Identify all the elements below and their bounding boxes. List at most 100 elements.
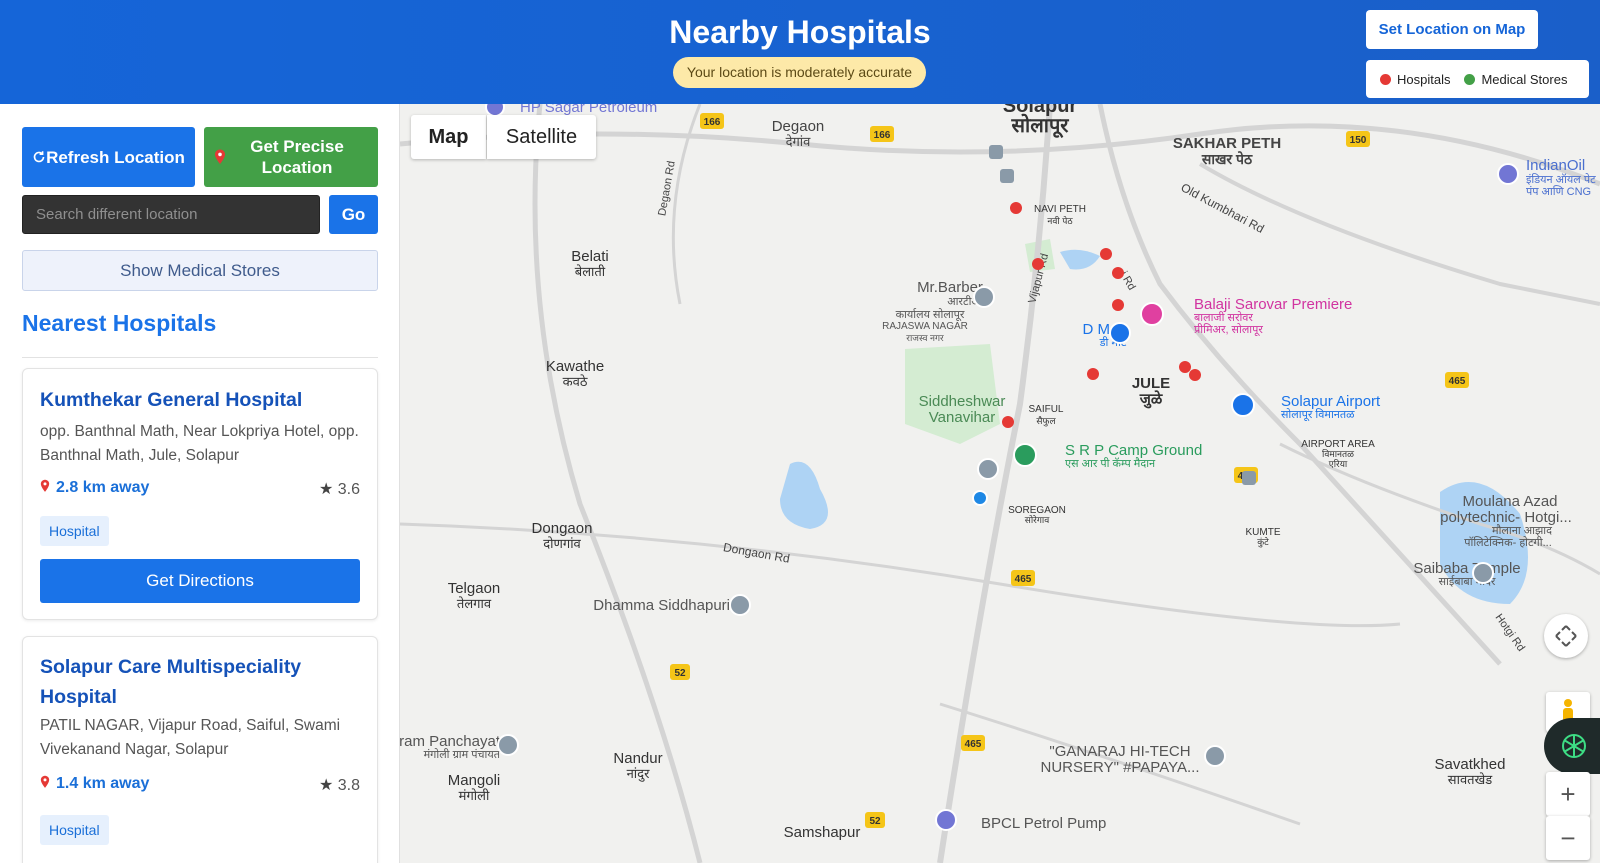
map-label: बेलाती [575,264,606,279]
map-roads [400,104,1600,863]
rating-value: 3.8 [337,777,360,794]
fullscreen-button[interactable] [1544,614,1588,658]
road-badge-150: 150 [1346,131,1370,147]
hospital-card: Solapur Care Multispeciality Hospital PA… [22,636,378,863]
map-label: नांदुर [627,766,650,782]
hospital-distance: 1.4 km away [40,775,149,793]
map-label: polytechnic- Hotgi... [1440,509,1572,526]
hospital-name[interactable]: Kumthekar General Hospital [40,385,360,415]
refresh-location-button[interactable]: Refresh Location [22,127,195,187]
hospital-marker [1100,248,1112,260]
hospital-name[interactable]: Solapur Care Multispeciality Hospital [40,652,360,712]
map-label: साखर पेठ [1201,151,1253,167]
map-label: राजस्व नगर [906,333,944,343]
legend-label-hospitals: Hospitals [1397,71,1451,87]
map-label: कार्यालय सोलापूर [896,308,965,322]
distance-text: 1.4 km away [56,775,150,792]
go-button[interactable]: Go [329,195,378,234]
rating-value: 3.6 [337,481,360,498]
school-icon [977,458,999,480]
hospital-marker [1010,202,1022,214]
app-header: Nearby Hospitals Your location is modera… [0,0,1600,104]
map-label: Saibaba Temple [1413,560,1520,577]
svg-text:150: 150 [1350,135,1367,146]
map-view[interactable]: 166 166 150 465 465 465 52 465 52 HP Sag… [400,104,1600,863]
airport-icon [1231,393,1255,417]
road-badge-465: 465 [961,735,985,751]
legend-item-medical-stores: Medical Stores [1464,72,1567,87]
precise-location-button[interactable]: Get Precise Location [204,127,378,187]
map-label: NURSERY" #PAPAYA... [1041,759,1200,776]
map-label: Kawathe [546,358,604,375]
location-pin-icon [40,775,50,788]
map-label: नवी पेठ [1047,215,1073,226]
poi-icons [485,104,1519,831]
location-search-input[interactable] [22,195,320,234]
hospital-dot-icon [1380,73,1391,85]
map-label: कुंटे [1257,536,1269,548]
map-label: सोरेगाव [1025,514,1050,525]
minus-icon: − [1560,822,1576,853]
map-canvas[interactable]: 166 166 150 465 465 465 52 465 52 HP Sag… [400,104,1600,863]
location-pin-icon [215,149,225,164]
map-label: Samshapur [784,824,861,841]
map-areas [780,239,1528,604]
map-label: बालाजी सरोवर [1194,311,1253,324]
hospital-card: Kumthekar General Hospital opp. Banthnal… [22,368,378,620]
legend-item-hospitals: Hospitals [1380,72,1450,87]
svg-text:465: 465 [1015,574,1032,585]
hospital-tag: Hospital [40,516,109,546]
map-label: Degaon [772,118,825,135]
hotel-icon [1140,302,1164,326]
map-label: JULE [1132,375,1170,392]
sidebar: Refresh Location Get Precise Location Go… [0,104,400,863]
road-badge-52: 52 [670,664,690,680]
map-label: Telgaon [448,580,501,597]
svg-text:52: 52 [674,668,686,679]
map-label: ram Panchayat [400,733,501,750]
zoom-out-button[interactable]: − [1546,816,1590,860]
map-label: मंगोली ग्राम पंचायत [424,748,501,761]
map-type-satellite-button[interactable]: Satellite [487,115,596,159]
map-label: NAVI PETH [1034,204,1086,215]
map-label: Moulana Azad [1462,493,1557,510]
transit-icon [1242,471,1256,485]
map-label: एस आर पी कॅम्प मैदान [1065,457,1156,470]
map-type-map-button[interactable]: Map [411,115,486,159]
road-badge-52: 52 [865,812,885,828]
section-title: Nearest Hospitals [22,310,217,336]
map-label: SAIFUL [1028,404,1063,415]
hospital-marker [1032,258,1044,270]
hospital-marker [1002,416,1014,428]
poi-icon [973,286,995,308]
fullscreen-icon [1555,625,1577,647]
map-legend: Hospitals Medical Stores [1366,60,1589,98]
campground-icon [1013,443,1037,467]
map-label: एरिया [1329,458,1348,469]
poi-icon [1204,745,1226,767]
svg-text:52: 52 [869,816,881,827]
hospital-distance: 2.8 km away [40,479,149,497]
refresh-icon [33,151,45,163]
medical-store-dot-icon [1464,73,1476,85]
museum-icon [729,594,751,616]
map-label: सैफुल [1036,415,1056,427]
map-label: सावतखेड [1448,772,1493,787]
precise-location-label: Get Precise Location [250,137,344,177]
zoom-in-button[interactable]: + [1546,772,1590,816]
map-label: मौलाना आझाद [1492,524,1552,537]
distance-text: 2.8 km away [56,479,150,496]
map-label: Solapur Airport [1281,393,1381,410]
map-label: BPCL Petrol Pump [981,815,1106,832]
map-label: सोलापूर विमानतळ [1281,408,1355,422]
assistant-chat-button[interactable] [1544,718,1600,774]
map-label: Dongaon Rd [722,540,791,565]
map-label: प्रीमिअर, सोलापूर [1194,323,1263,337]
get-directions-button[interactable]: Get Directions [40,559,360,603]
hospital-marker [1189,369,1201,381]
set-location-button[interactable]: Set Location on Map [1366,10,1538,49]
show-medical-stores-button[interactable]: Show Medical Stores [22,250,378,291]
map-label: Siddheshwar [919,393,1006,410]
page-title: Nearby Hospitals [669,14,931,50]
transit-icon [1000,169,1014,183]
